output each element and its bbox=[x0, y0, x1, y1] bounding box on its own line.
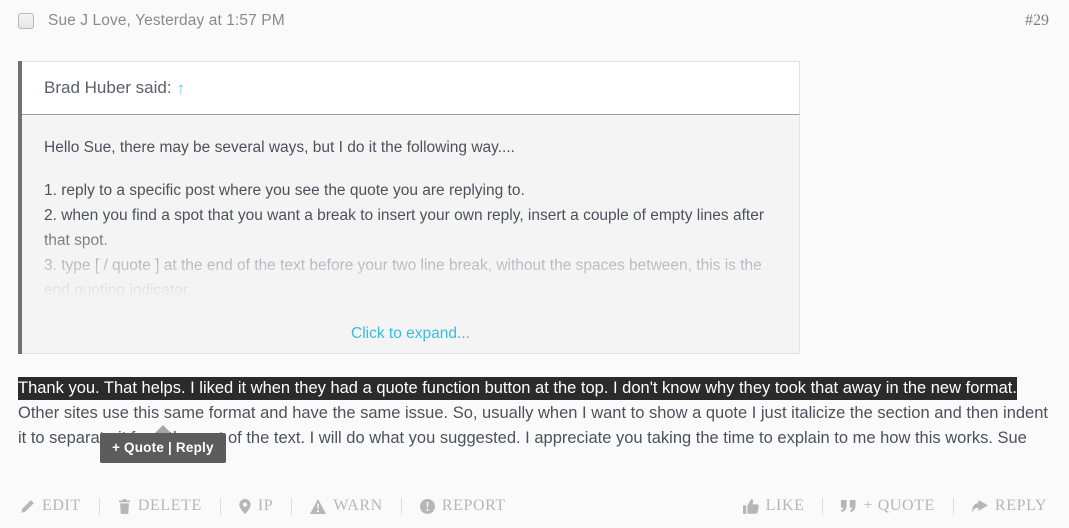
click-to-expand-link[interactable]: Click to expand... bbox=[351, 325, 470, 343]
post-actions-left: EDIT DELETE IP WARN REPORT bbox=[18, 497, 508, 515]
quote-header: Brad Huber said: ↑ bbox=[22, 61, 800, 115]
quote-intro-paragraph: Hello Sue, there may be several ways, bu… bbox=[44, 139, 515, 156]
quote-expand-row: Click to expand... bbox=[22, 315, 799, 353]
post-action-toolbar: EDIT DELETE IP WARN REPORT LIKE + QUOTE … bbox=[0, 484, 1069, 528]
warning-triangle-icon bbox=[310, 498, 327, 514]
like-button-label: LIKE bbox=[765, 497, 805, 514]
toolbar-separator bbox=[952, 497, 954, 515]
delete-button[interactable]: DELETE bbox=[116, 497, 204, 515]
toolbar-separator bbox=[98, 497, 100, 515]
jump-to-post-arrow-icon[interactable]: ↑ bbox=[177, 80, 186, 97]
thumbs-up-icon bbox=[742, 498, 759, 514]
blockquote: Brad Huber said: ↑ Hello Sue, there may … bbox=[18, 61, 800, 354]
add-quote-button[interactable]: + QUOTE bbox=[839, 497, 936, 515]
forum-post: Sue J Love, Yesterday at 1:57 PM #29 Bra… bbox=[0, 0, 1069, 528]
quote-steps-paragraph: 1. reply to a specific post where you se… bbox=[44, 182, 764, 324]
warn-button-label: WARN bbox=[333, 497, 383, 514]
post-actions-right: LIKE + QUOTE REPLY bbox=[741, 497, 1049, 515]
report-circle-icon bbox=[419, 498, 435, 514]
toolbar-separator bbox=[291, 497, 293, 515]
warn-button[interactable]: WARN bbox=[308, 497, 385, 515]
post-number[interactable]: #29 bbox=[1025, 12, 1049, 30]
trash-icon bbox=[118, 498, 131, 514]
add-quote-button-label: + QUOTE bbox=[863, 497, 935, 514]
edit-button[interactable]: EDIT bbox=[18, 497, 83, 515]
report-button-label: REPORT bbox=[441, 497, 506, 514]
selected-text-highlight[interactable]: Thank you. That helps. I liked it when t… bbox=[18, 377, 1017, 400]
post-byline: Sue J Love, Yesterday at 1:57 PM bbox=[48, 12, 285, 29]
report-button[interactable]: REPORT bbox=[418, 497, 508, 515]
quote-marks-icon bbox=[841, 500, 856, 512]
select-post-checkbox[interactable] bbox=[18, 13, 34, 29]
edit-button-label: EDIT bbox=[42, 497, 81, 514]
ip-button-label: IP bbox=[257, 497, 274, 514]
quote-reply-tooltip-label: + Quote | Reply bbox=[112, 440, 214, 455]
pencil-icon bbox=[20, 499, 35, 514]
toolbar-separator bbox=[219, 497, 221, 515]
reply-button[interactable]: REPLY bbox=[970, 497, 1049, 515]
reply-button-label: REPLY bbox=[994, 497, 1047, 514]
post-header: Sue J Love, Yesterday at 1:57 PM #29 bbox=[0, 0, 1069, 42]
reply-arrow-icon bbox=[971, 499, 988, 513]
map-pin-icon bbox=[239, 498, 251, 514]
delete-button-label: DELETE bbox=[137, 497, 202, 514]
ip-button[interactable]: IP bbox=[237, 497, 275, 515]
quote-reply-tooltip[interactable]: + Quote | Reply bbox=[100, 425, 226, 463]
like-button[interactable]: LIKE bbox=[741, 497, 807, 515]
quote-accent-bar bbox=[18, 61, 22, 354]
toolbar-separator bbox=[400, 497, 402, 515]
quote-body: Hello Sue, there may be several ways, bu… bbox=[22, 115, 800, 354]
quote-author-label: Brad Huber said: bbox=[44, 78, 172, 97]
toolbar-separator bbox=[822, 497, 824, 515]
